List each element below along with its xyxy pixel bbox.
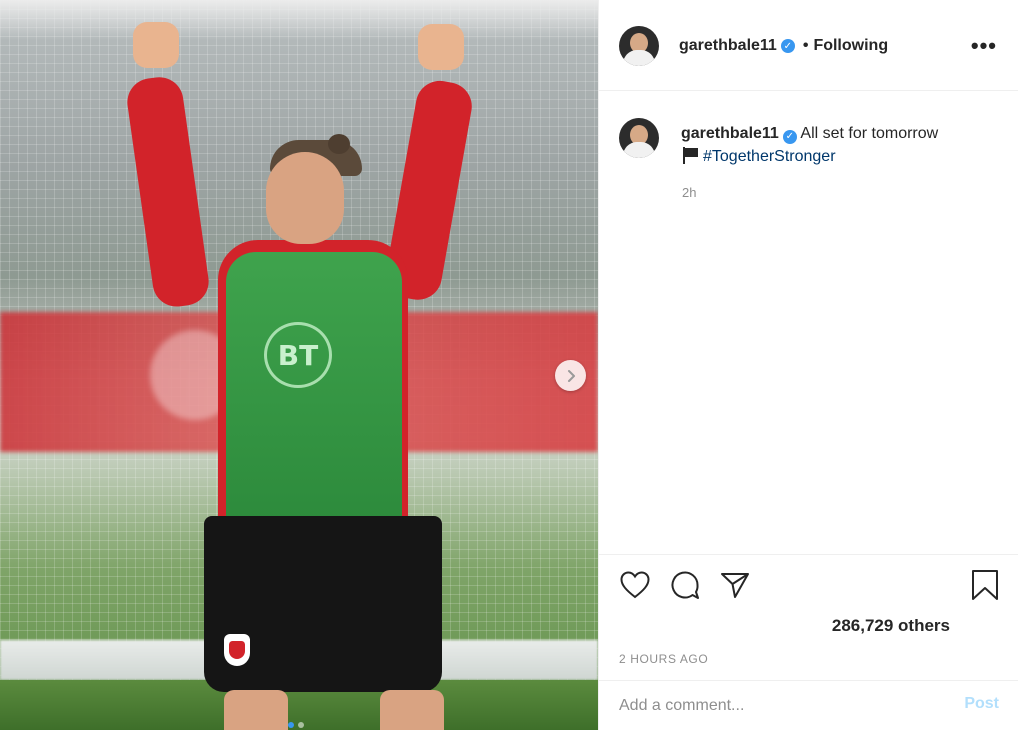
- caption-avatar[interactable]: [619, 118, 659, 158]
- likes-count[interactable]: 286,729 others: [832, 616, 950, 636]
- verified-badge-icon: ✓: [782, 129, 797, 144]
- player-photo: BT: [0, 0, 598, 730]
- bib-logo: BT: [264, 322, 332, 388]
- post-sidebar: garethbale11 ✓ • Following ••• garethbal…: [598, 0, 1018, 730]
- comment-input[interactable]: [619, 693, 939, 719]
- chevron-right-icon: [567, 369, 575, 382]
- action-bar: [599, 554, 1018, 616]
- more-options-icon[interactable]: •••: [971, 33, 997, 59]
- separator-dot: •: [802, 37, 809, 54]
- share-icon: [721, 573, 749, 598]
- bookmark-icon: [972, 570, 998, 600]
- username[interactable]: garethbale11: [679, 37, 777, 55]
- post-date[interactable]: 2 HOURS AGO: [619, 652, 708, 666]
- like-button[interactable]: [619, 569, 651, 601]
- save-button[interactable]: [969, 569, 1001, 601]
- post-comment-button[interactable]: Post: [964, 695, 999, 713]
- following-button[interactable]: Following: [813, 37, 888, 55]
- comment-button[interactable]: [669, 569, 701, 601]
- caption-text: All set for tomorrow: [800, 125, 939, 142]
- comment-form: Post: [599, 680, 1018, 730]
- avatar[interactable]: [619, 26, 659, 66]
- post-image[interactable]: BT: [0, 0, 598, 730]
- comment-icon: [671, 571, 699, 599]
- black-flag-icon: [681, 147, 699, 164]
- heart-icon: [620, 571, 650, 599]
- carousel-next-button[interactable]: [555, 360, 586, 391]
- share-button[interactable]: [719, 569, 751, 601]
- wales-crest: [224, 634, 250, 666]
- training-bib: [226, 252, 402, 520]
- caption-timestamp[interactable]: 2h: [682, 185, 696, 200]
- carousel-dot: [298, 722, 304, 728]
- carousel-indicator: [288, 722, 304, 728]
- instagram-post: BT garethbale11 ✓ • Following ••• gareth…: [0, 0, 1018, 730]
- carousel-dot-active: [288, 722, 294, 728]
- verified-badge-icon: ✓: [780, 39, 795, 53]
- post-header: garethbale11 ✓ • Following •••: [599, 0, 1018, 91]
- caption-username[interactable]: garethbale11: [681, 125, 779, 142]
- hashtag-link[interactable]: #TogetherStronger: [703, 148, 836, 165]
